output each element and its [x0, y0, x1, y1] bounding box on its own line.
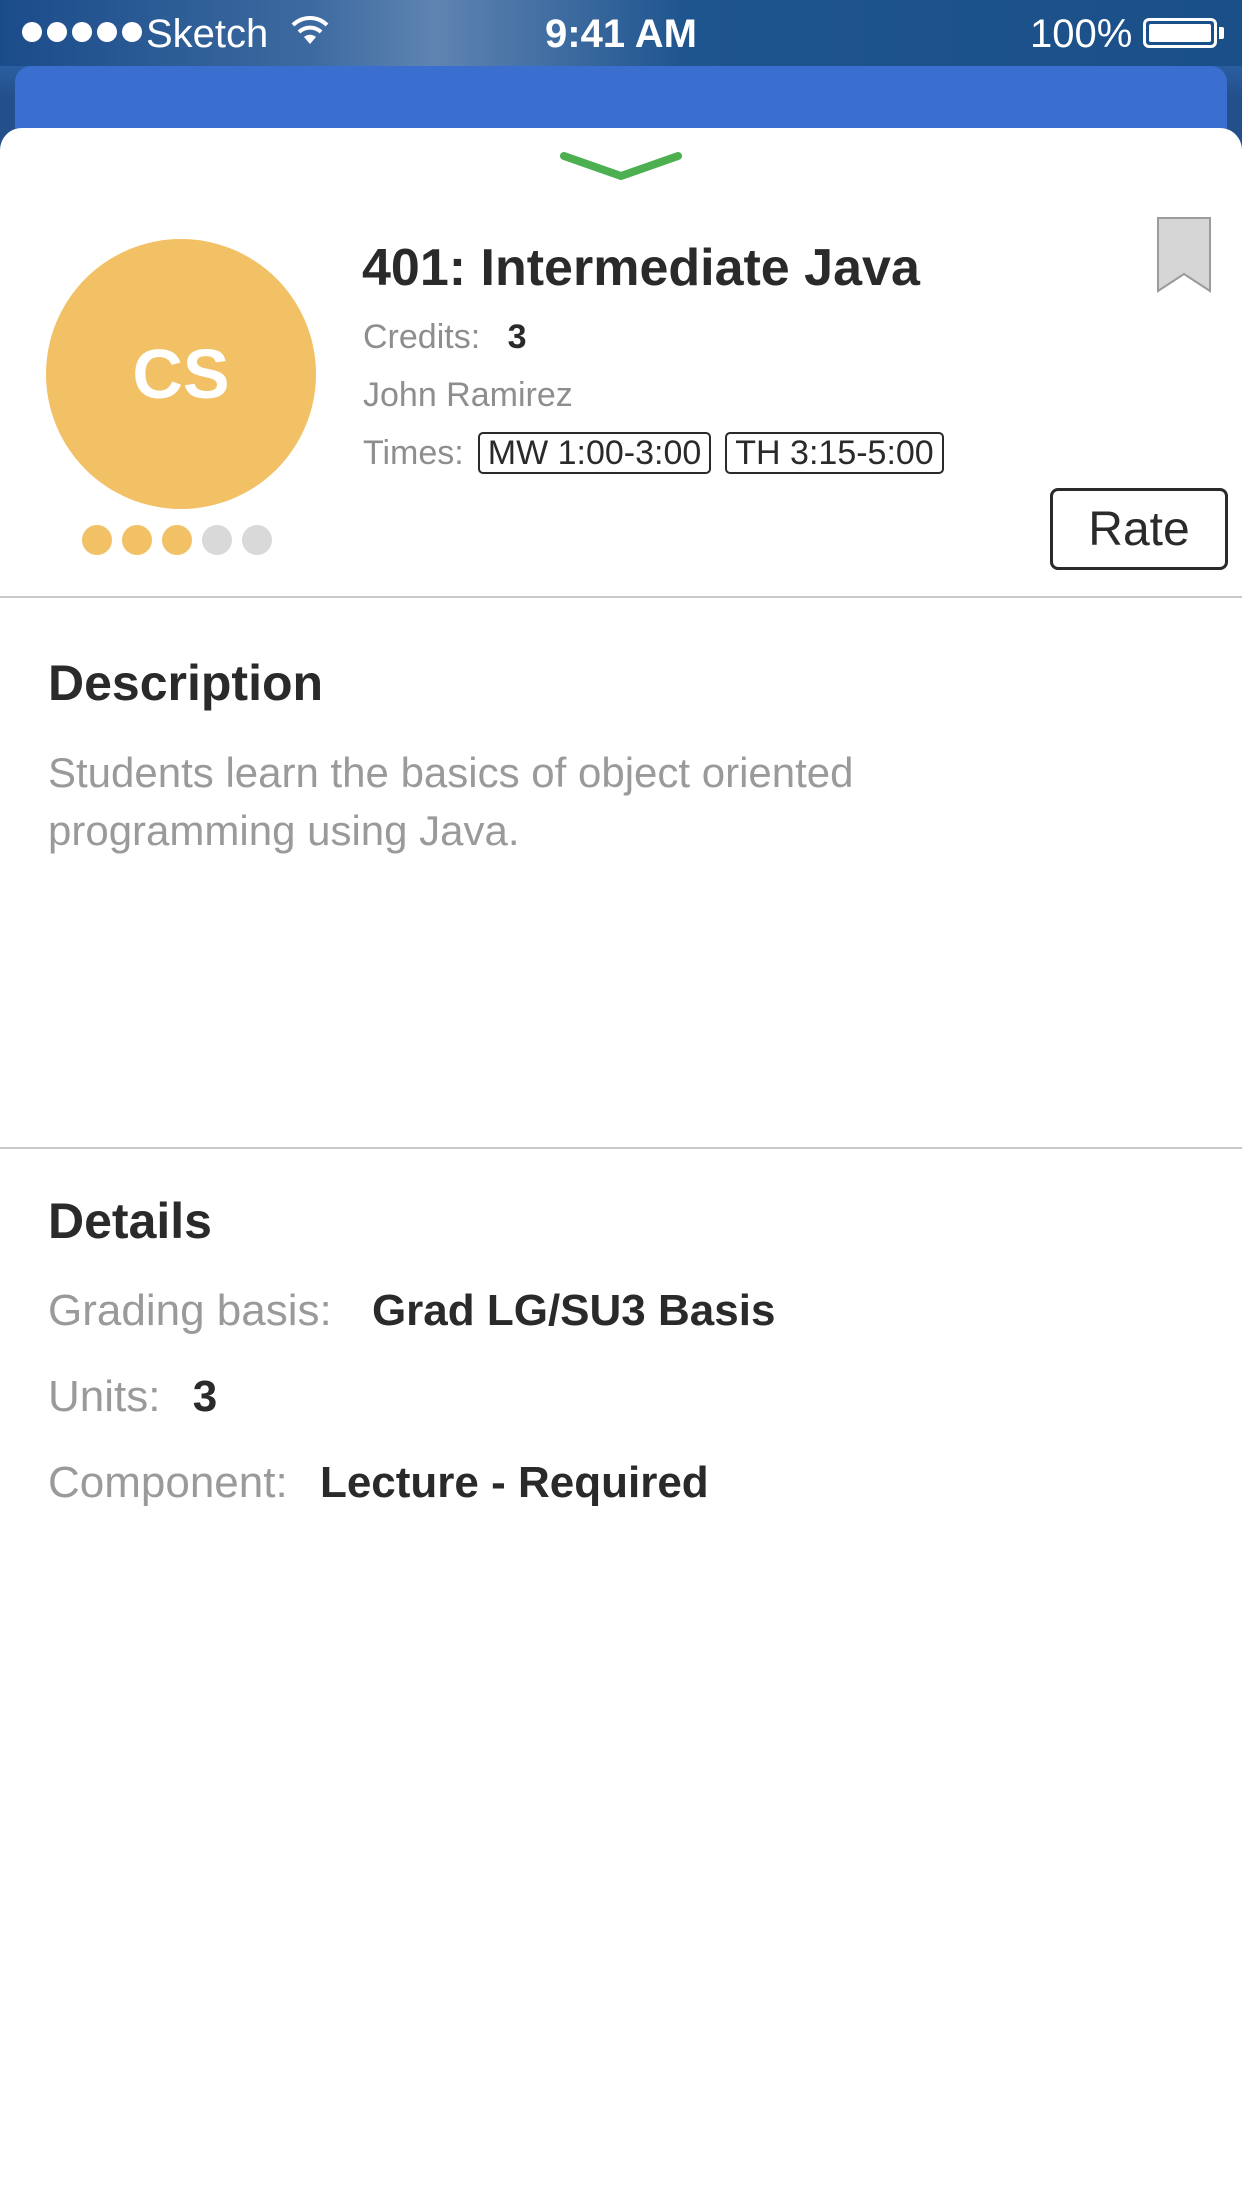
avatar-initials: CS — [132, 335, 230, 413]
time-chip: TH 3:15-5:00 — [725, 432, 944, 474]
details-heading: Details — [48, 1193, 212, 1249]
battery-percentage: 100% — [1030, 12, 1133, 56]
divider — [0, 1147, 1242, 1149]
times-row: Times: MW 1:00-3:00 TH 3:15-5:00 — [363, 432, 944, 474]
course-avatar: CS — [46, 239, 316, 509]
description-heading: Description — [48, 655, 324, 711]
rating-dot-filled — [122, 525, 152, 555]
instructor-name: John Ramirez — [363, 376, 573, 414]
detail-label: Component: — [48, 1458, 288, 1507]
rating-dot-empty — [242, 525, 272, 555]
description-text: Students learn the basics of object orie… — [48, 749, 854, 854]
battery-icon — [1143, 18, 1217, 48]
credits-row: Credits: 3 — [363, 318, 527, 357]
divider — [0, 596, 1242, 598]
detail-value: Lecture - Required — [319, 1458, 709, 1507]
credits-value: 3 — [507, 318, 527, 356]
rating-dot-empty — [202, 525, 232, 555]
credits-label: Credits: — [363, 318, 481, 356]
status-bar: Sketch 9:41 AM 100% — [0, 0, 1242, 66]
detail-value: 3 — [192, 1372, 218, 1421]
rate-button[interactable]: Rate — [1050, 488, 1228, 570]
detail-label: Units: — [48, 1372, 161, 1421]
detail-value: Grad LG/SU3 Basis — [371, 1286, 776, 1335]
detail-row-component: Component: Lecture - Required — [48, 1458, 709, 1508]
chevron-down-icon[interactable] — [558, 150, 684, 184]
course-title: 401: Intermediate Java — [362, 239, 920, 297]
battery-nub — [1219, 27, 1224, 39]
rating-dots — [82, 525, 272, 555]
rating-dot-filled — [162, 525, 192, 555]
time-chip: MW 1:00-3:00 — [477, 432, 712, 474]
detail-row-grading: Grading basis: Grad LG/SU3 Basis — [48, 1286, 775, 1336]
bookmark-icon[interactable] — [1156, 216, 1212, 294]
times-label: Times: — [363, 433, 464, 472]
rating-dot-filled — [82, 525, 112, 555]
detail-row-units: Units: 3 — [48, 1372, 217, 1422]
detail-label: Grading basis: — [48, 1286, 332, 1335]
